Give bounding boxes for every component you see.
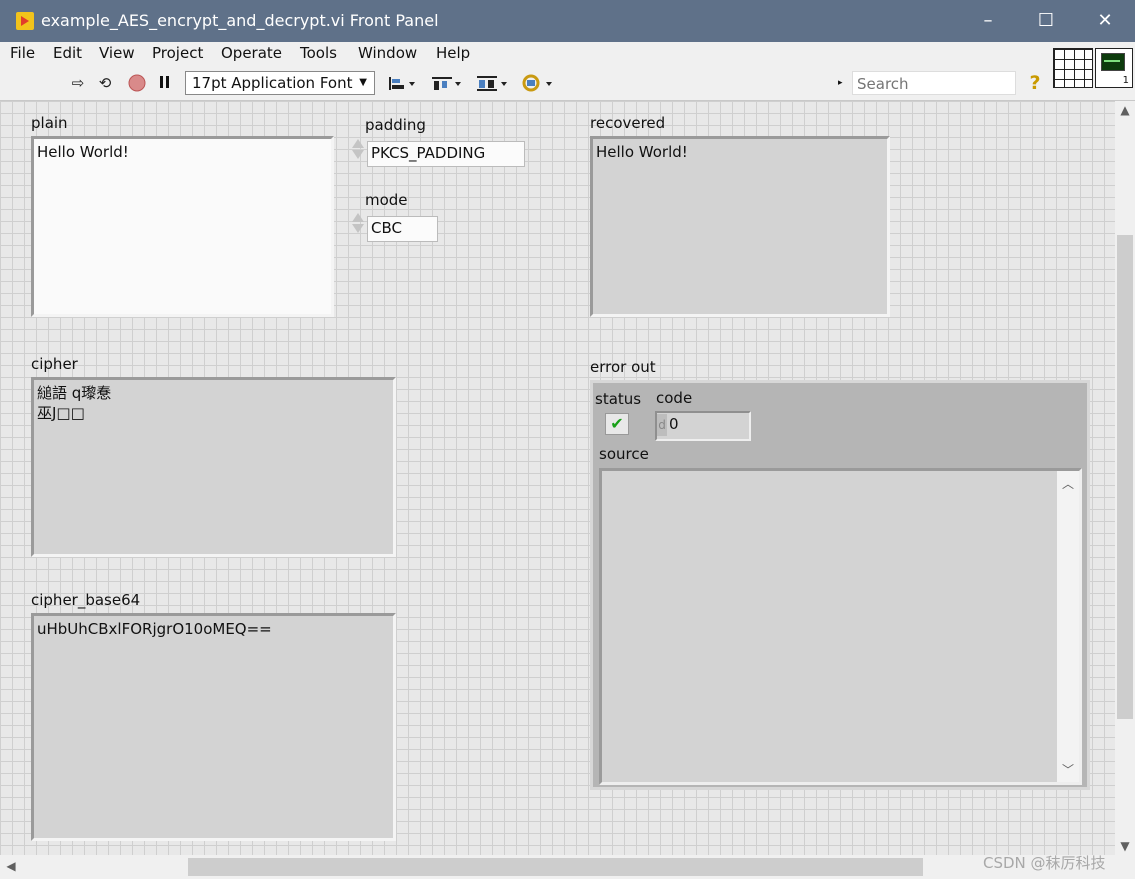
status-checkmark-icon: ✔ — [605, 413, 629, 435]
menu-help[interactable]: Help — [436, 44, 470, 62]
vi-icon[interactable]: 1 — [1095, 48, 1133, 88]
search-expand-icon[interactable]: ▸ — [838, 78, 843, 88]
abort-icon[interactable] — [127, 74, 147, 92]
menu-window[interactable]: Window — [358, 44, 417, 62]
vertical-scroll-thumb[interactable] — [1117, 235, 1133, 719]
vi-icon-graph — [1101, 53, 1125, 71]
close-button[interactable]: ✕ — [1075, 0, 1135, 42]
code-value: 0 — [669, 415, 679, 433]
menu-file[interactable]: File — [10, 44, 35, 62]
mode-label: mode — [365, 191, 408, 209]
scroll-down-icon[interactable]: ▼ — [1115, 839, 1135, 853]
recovered-label: recovered — [590, 114, 666, 132]
source-string-indicator: ︿ ﹀ — [599, 468, 1082, 785]
mode-ring[interactable]: CBC — [367, 216, 438, 242]
title-bar: example_AES_encrypt_and_decrypt.vi Front… — [0, 0, 1135, 42]
run-arrow-icon[interactable]: ⇨ — [68, 74, 88, 92]
connector-pane-icon[interactable] — [1053, 48, 1093, 88]
distribute-objects-icon[interactable] — [431, 74, 463, 92]
menu-project[interactable]: Project — [152, 44, 203, 62]
search-input[interactable] — [855, 73, 983, 95]
cipher-base64-string-indicator: uHbUhCBxlFORjgrO10oMEQ== — [31, 613, 396, 841]
maximize-button[interactable]: ☐ — [1016, 0, 1076, 42]
run-continuously-icon[interactable]: ⟲ — [95, 74, 115, 92]
labview-app-icon — [16, 12, 34, 30]
decrement-arrow-icon[interactable] — [352, 150, 364, 159]
scroll-up-icon[interactable]: ▲ — [1115, 103, 1135, 117]
increment-arrow-icon[interactable] — [352, 213, 364, 222]
resize-objects-icon[interactable] — [475, 74, 509, 92]
status-label: status — [595, 390, 642, 408]
decrement-arrow-icon[interactable] — [352, 224, 364, 233]
scroll-left-icon[interactable]: ◀ — [4, 859, 18, 873]
menu-edit[interactable]: Edit — [53, 44, 82, 62]
code-numeric-indicator: d0 — [655, 411, 751, 441]
menu-operate[interactable]: Operate — [221, 44, 282, 62]
code-label: code — [656, 389, 693, 407]
watermark: CSDN @秣厉科技 — [983, 854, 1106, 872]
chevron-up-icon[interactable]: ︿ — [1057, 475, 1079, 492]
error-out-label: error out — [590, 358, 656, 376]
horizontal-scroll-thumb[interactable] — [188, 858, 923, 876]
minimize-button[interactable]: – — [958, 0, 1018, 42]
recovered-string-indicator: Hello World! — [590, 136, 890, 317]
reorder-icon[interactable] — [520, 74, 554, 92]
vi-icon-number: 1 — [1122, 75, 1129, 86]
cipher-string-indicator: 縋語 q瓈惷 巫J□□ — [31, 377, 396, 557]
font-dropdown[interactable]: 17pt Application Font ▼ — [185, 71, 375, 95]
cipher-base64-label: cipher_base64 — [31, 591, 141, 609]
menu-tools[interactable]: Tools — [300, 44, 337, 62]
window-title: example_AES_encrypt_and_decrypt.vi Front… — [41, 11, 439, 30]
padding-ring[interactable]: PKCS_PADDING — [367, 141, 525, 167]
pause-icon[interactable] — [155, 74, 175, 92]
error-out-cluster: status ✔ code d0 source ︿ ﹀ — [590, 380, 1090, 790]
align-objects-icon[interactable] — [387, 74, 417, 92]
help-icon[interactable]: ? — [1026, 74, 1044, 93]
code-radix: d — [657, 414, 667, 436]
source-label: source — [599, 445, 649, 463]
chevron-down-icon[interactable]: ﹀ — [1057, 761, 1079, 778]
padding-increment-decrement[interactable] — [351, 138, 365, 161]
font-dropdown-value: 17pt Application Font — [192, 74, 353, 92]
source-scrollbar[interactable]: ︿ ﹀ — [1057, 471, 1079, 782]
menu-bar: File Edit View Project Operate Tools Win… — [0, 42, 1135, 66]
cipher-label: cipher — [31, 355, 78, 373]
padding-label: padding — [365, 116, 426, 134]
menu-view[interactable]: View — [99, 44, 135, 62]
increment-arrow-icon[interactable] — [352, 139, 364, 148]
plain-string-control[interactable]: Hello World! — [31, 136, 334, 317]
front-panel: plain Hello World! padding PKCS_PADDING … — [0, 101, 1115, 855]
chevron-down-icon: ▼ — [359, 77, 367, 88]
plain-label: plain — [31, 114, 68, 132]
mode-increment-decrement[interactable] — [351, 212, 365, 235]
search-box — [852, 71, 1016, 95]
